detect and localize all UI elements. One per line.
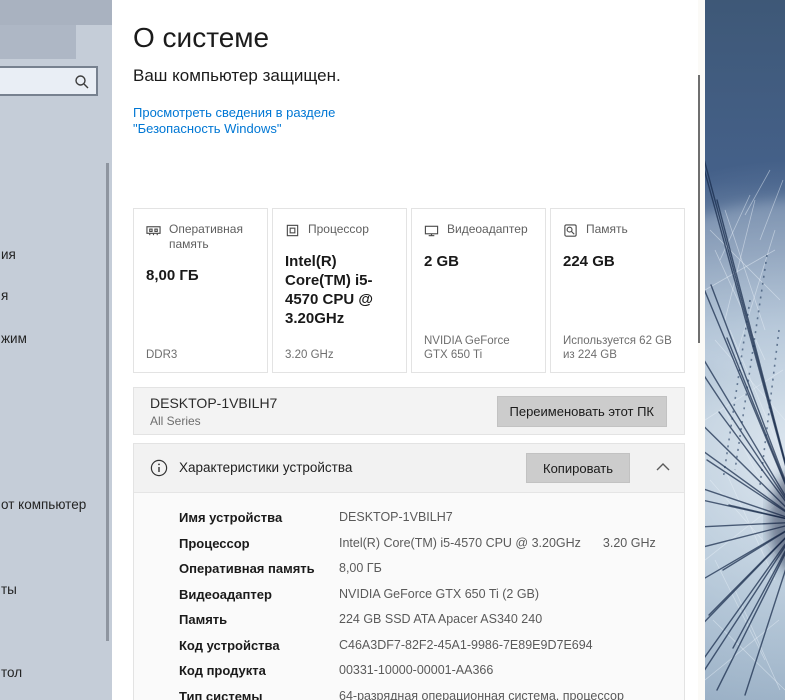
sidebar-item-projecting[interactable]: от компьютер [1, 497, 86, 512]
cpu-icon [286, 224, 299, 237]
settings-sidebar: ия я жим от компьютер ты тол [0, 0, 112, 700]
table-row: Видеоадаптер NVIDIA GeForce GTX 650 Ti (… [179, 587, 684, 613]
table-row: Оперативная память 8,00 ГБ [179, 561, 684, 587]
sidebar-shade [0, 25, 76, 59]
ram-card: Оперативная память 8,00 ГБ DDR3 [133, 208, 268, 373]
card-value: 2 GB [424, 253, 460, 270]
device-name-band: DESKTOP-1VBILH7 All Series Переименовать… [133, 387, 685, 435]
card-label: Память [586, 222, 628, 236]
card-label: Видеоадаптер [447, 222, 528, 236]
specs-table: Имя устройства DESKTOP-1VBILH7 Процессор… [134, 493, 684, 700]
windows-security-link[interactable]: Просмотреть сведения в разделе "Безопасн… [133, 105, 425, 137]
device-model: All Series [150, 414, 201, 428]
info-icon [150, 459, 168, 477]
card-footer: 3.20 GHz [285, 349, 334, 361]
sidebar-item-notifications[interactable]: ия [1, 247, 16, 262]
table-row: Процессор Intel(R) Core(TM) i5-4570 CPU … [179, 536, 684, 562]
spec-label: Оперативная память [179, 561, 315, 576]
sidebar-item-power[interactable]: жим [1, 331, 27, 346]
about-page: О системе Ваш компьютер защищен. Просмот… [112, 0, 698, 700]
card-footer: Используется 62 GB из 224 GB [563, 335, 672, 361]
gpu-card: Видеоадаптер 2 GB NVIDIA GeForce GTX 650… [411, 208, 546, 373]
spec-value: Intel(R) Core(TM) i5-4570 CPU @ 3.20GHz [339, 535, 581, 550]
sidebar-scrollbar[interactable] [106, 163, 109, 641]
spec-value: 64-разрядная операционная система, проце… [339, 688, 624, 700]
card-value: Intel(R) Core(TM) i5-4570 CPU @ 3.20GHz [285, 253, 374, 327]
table-row: Код продукта 00331-10000-00001-AA366 [179, 663, 684, 689]
chevron-up-icon[interactable] [656, 462, 670, 472]
table-row: Имя устройства DESKTOP-1VBILH7 [179, 510, 684, 536]
device-name: DESKTOP-1VBILH7 [150, 395, 278, 411]
card-value: 8,00 ГБ [146, 267, 199, 284]
device-specs-band: Характеристики устройства Копировать Имя… [133, 443, 685, 700]
spec-label: Имя устройства [179, 510, 283, 525]
spec-value-extra: 3.20 GHz [602, 535, 656, 550]
content-scrollbar[interactable] [698, 75, 700, 343]
desktop-wallpaper [705, 0, 785, 700]
sidebar-item-shared[interactable]: ты [1, 582, 17, 597]
spec-label: Код продукта [179, 663, 266, 678]
rename-pc-button[interactable]: Переименовать этот ПК [496, 396, 667, 427]
storage-card: Память 224 GB Используется 62 GB из 224 … [550, 208, 685, 373]
spec-label: Память [179, 612, 228, 627]
disk-icon [564, 224, 577, 237]
settings-search-box [0, 66, 98, 96]
settings-window: ия я жим от компьютер ты тол О системе В… [0, 0, 785, 700]
card-label: Процессор [308, 222, 369, 236]
cpu-card: Процессор Intel(R) Core(TM) i5-4570 CPU … [272, 208, 407, 373]
spec-value: 00331-10000-00001-AA366 [339, 663, 494, 677]
settings-search-input[interactable] [0, 68, 70, 94]
spec-label: Код устройства [179, 637, 280, 653]
search-icon [75, 75, 89, 89]
protection-status: Ваш компьютер защищен. [133, 66, 341, 85]
table-row: Память 224 GB SSD ATA Apacer AS340 240 [179, 612, 684, 638]
sidebar-item-remote-desktop[interactable]: тол [1, 665, 22, 680]
table-row: Тип системы 64-разрядная операционная си… [179, 689, 684, 700]
spec-value: DESKTOP-1VBILH7 [339, 510, 453, 524]
card-footer: NVIDIA GeForce GTX 650 Ti [424, 335, 510, 361]
ram-icon [146, 226, 161, 236]
spec-value: NVIDIA GeForce GTX 650 Ti (2 GB) [339, 586, 540, 601]
hardware-cards: Оперативная память 8,00 ГБ DDR3 Процессо… [133, 208, 685, 373]
card-value: 224 GB [563, 253, 615, 270]
page-title: О системе [133, 22, 270, 53]
spec-value: 8,00 ГБ [339, 561, 382, 575]
spec-label: Тип системы [179, 688, 263, 700]
card-footer: DDR3 [146, 349, 178, 361]
spec-value: C46A3DF7-82F2-45A1-9986-7E89E9D7E694 [339, 637, 593, 652]
specs-title: Характеристики устройства [179, 460, 353, 475]
spec-value: 224 GB SSD ATA Apacer AS340 240 [339, 612, 543, 626]
spec-label: Процессор [179, 535, 250, 551]
sidebar-item-focus[interactable]: я [1, 288, 8, 303]
specs-header: Характеристики устройства Копировать [134, 444, 684, 493]
title-bar [0, 0, 112, 25]
table-row: Код устройства C46A3DF7-82F2-45A1-9986-7… [179, 638, 684, 664]
card-label: Оперативная память [169, 222, 243, 251]
copy-button[interactable]: Копировать [526, 453, 630, 483]
gpu-icon [424, 225, 439, 237]
spec-label: Видеоадаптер [179, 586, 272, 602]
